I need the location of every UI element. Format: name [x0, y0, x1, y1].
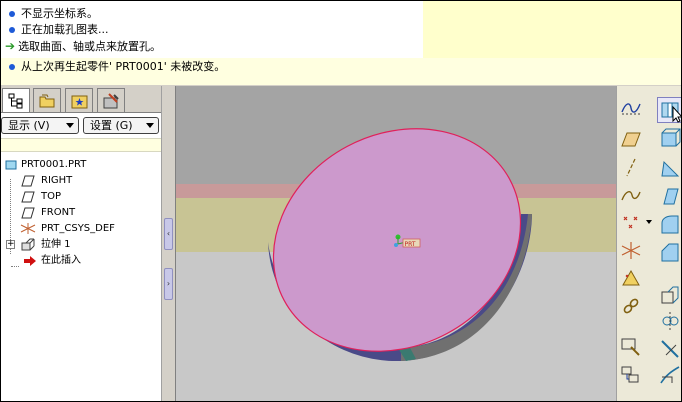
shell-tool-button[interactable]	[657, 126, 681, 152]
csys-marker-icon: PRT	[394, 234, 421, 248]
trim-tool-icon	[661, 340, 679, 358]
pro-e-window: 不显示坐标系。 正在加载孔图表... ➔ 选取曲面、轴或点来放置孔。 从上次再生起…	[0, 0, 682, 402]
shell-tool-icon	[661, 128, 681, 147]
collapse-panel-handle[interactable]: ‹	[164, 218, 173, 250]
chain-icon	[623, 298, 639, 314]
info-bullet-icon	[9, 10, 15, 17]
tree-filter-bar	[1, 138, 161, 152]
datum-plane-button[interactable]	[618, 127, 644, 153]
datum-point-flyout[interactable]	[644, 214, 652, 240]
mirror-tool-icon	[661, 286, 679, 304]
copy-feature-icon	[621, 366, 639, 383]
datum-curve-button[interactable]	[618, 182, 644, 208]
datum-plane-icon	[21, 191, 35, 203]
navigator-panel: 显示 (V) 设置 (G) PRT0001.PRT RIGHT TOP FRON…	[1, 86, 161, 401]
panel-splitter[interactable]: ‹ ›	[161, 86, 175, 401]
info-bullet-icon	[9, 26, 15, 33]
tab-folder-browser[interactable]	[33, 88, 61, 112]
connections-icon	[103, 93, 119, 109]
csys-label: PRT	[405, 241, 416, 248]
expand-toggle[interactable]: +	[6, 240, 15, 249]
datum-plane-icon	[21, 175, 35, 187]
tab-favorites[interactable]	[65, 88, 93, 112]
hole-tool-button[interactable]	[657, 97, 681, 123]
sketch-tool-icon	[621, 338, 640, 356]
extend-tool-icon	[660, 366, 680, 384]
trim-tool-button[interactable]	[657, 336, 681, 362]
copy-feature-button[interactable]	[618, 362, 644, 388]
analysis-button[interactable]	[618, 266, 644, 292]
draft-tool-button[interactable]	[657, 184, 681, 210]
datum-axis-button[interactable]	[618, 155, 644, 181]
message-area-highlight	[423, 1, 681, 59]
rib-tool-icon	[661, 160, 680, 177]
datum-curve-icon	[621, 191, 641, 201]
round-tool-icon	[661, 215, 679, 234]
merge-tool-button[interactable]	[657, 308, 681, 334]
chevron-down-icon	[146, 123, 154, 128]
expand-panel-handle[interactable]: ›	[164, 268, 173, 300]
analysis-icon	[622, 269, 640, 286]
rib-tool-button[interactable]	[657, 156, 681, 182]
chamfer-tool-button[interactable]	[657, 240, 681, 266]
extend-tool-button[interactable]	[657, 362, 681, 388]
datum-point-icon	[623, 216, 638, 229]
round-tool-button[interactable]	[657, 212, 681, 238]
tab-connections[interactable]	[97, 88, 125, 112]
prompt-arrow-icon: ➔	[5, 39, 16, 53]
model-tree-icon	[8, 93, 23, 109]
datum-display-button[interactable]	[618, 95, 644, 121]
message-line-3: ➔ 选取曲面、轴或点来放置孔。	[5, 39, 162, 53]
datum-csys-button[interactable]	[618, 238, 644, 264]
datum-point-button[interactable]	[618, 210, 644, 236]
chamfer-tool-icon	[661, 243, 679, 262]
info-bullet-icon	[9, 63, 15, 70]
part-icon	[5, 160, 17, 170]
message-line-1: 不显示坐标系。	[5, 7, 98, 21]
csys-icon	[20, 223, 36, 234]
merge-tool-icon	[662, 312, 679, 330]
flyout-arrow-icon	[646, 220, 652, 224]
csys-icon	[621, 242, 641, 259]
chain-button[interactable]	[618, 294, 644, 320]
folder-icon	[39, 94, 55, 108]
insert-arrow-icon	[24, 256, 36, 266]
favorites-icon	[71, 95, 88, 109]
message-area: 不显示坐标系。 正在加载孔图表... ➔ 选取曲面、轴或点来放置孔。 从上次再生起…	[1, 1, 681, 85]
extrude-icon	[21, 238, 35, 251]
hole-tool-icon	[661, 102, 681, 123]
right-toolbar	[616, 86, 681, 401]
message-line-2: 正在加载孔图表...	[5, 23, 109, 37]
show-dropdown-button[interactable]: 显示 (V)	[1, 117, 79, 134]
tab-model-tree[interactable]	[2, 88, 30, 113]
chevron-down-icon	[66, 123, 74, 128]
draft-tool-icon	[663, 188, 679, 205]
tree-guide-line	[11, 266, 19, 267]
message-line-4: 从上次再生起零件' PRT0001' 未被改变。	[5, 60, 225, 74]
datum-axis-icon	[626, 158, 636, 177]
sketch-tool-button[interactable]	[618, 334, 644, 360]
datum-plane-icon	[621, 132, 641, 147]
graphics-viewport[interactable]: PRT	[175, 86, 616, 401]
settings-dropdown-button[interactable]: 设置 (G)	[83, 117, 159, 134]
mirror-tool-button[interactable]	[657, 282, 681, 308]
sketch-curve-icon	[621, 103, 641, 115]
datum-plane-icon	[21, 207, 35, 219]
